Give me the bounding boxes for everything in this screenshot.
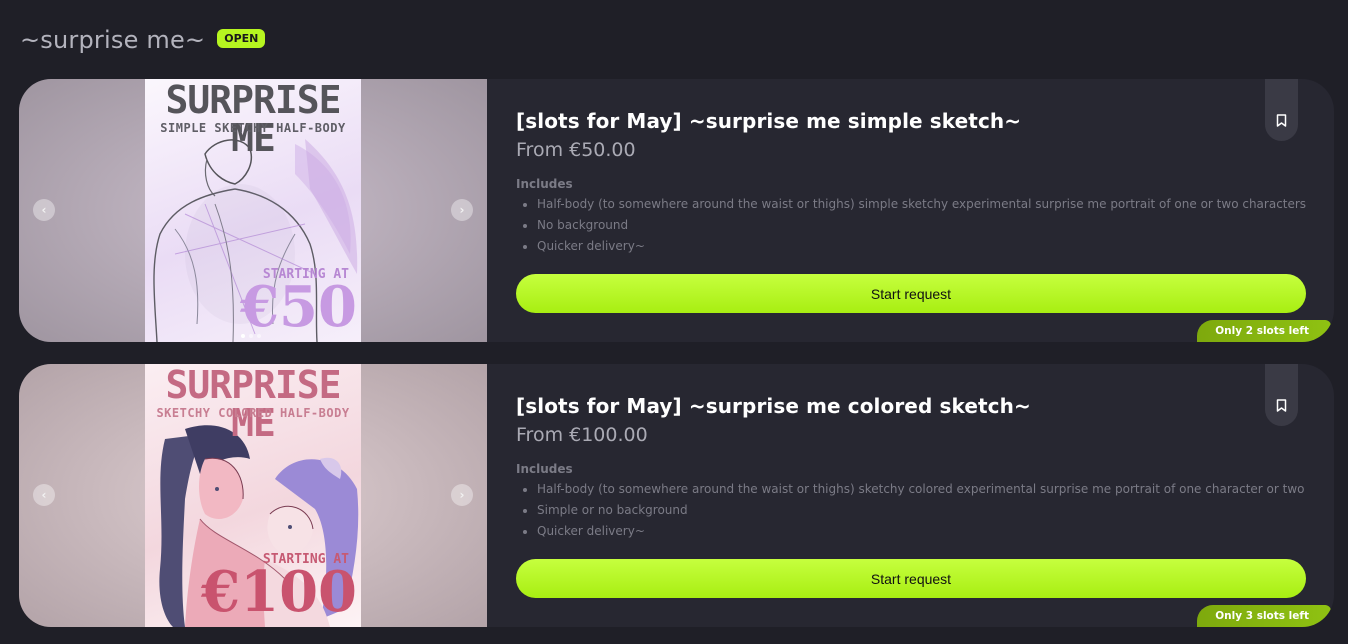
chevron-left-icon: ‹ xyxy=(41,488,47,502)
listing-title: [slots for May] ~surprise me simple sket… xyxy=(516,109,1022,133)
includes-list: Half-body (to somewhere around the waist… xyxy=(516,194,1316,257)
includes-list: Half-body (to somewhere around the waist… xyxy=(516,479,1316,542)
poster-price: €100 xyxy=(201,559,357,625)
image-gallery[interactable]: SURPRISE ME SIMPLE SKETCHY HALF-BODY STA… xyxy=(19,79,487,342)
bookmark-icon xyxy=(1276,399,1287,412)
chevron-left-icon: ‹ xyxy=(41,203,47,217)
poster-title: SURPRISE ME xyxy=(165,364,341,445)
list-item: Half-body (to somewhere around the waist… xyxy=(516,194,1316,215)
poster-title: SURPRISE ME xyxy=(165,79,341,160)
list-item: Quicker delivery~ xyxy=(516,521,1316,542)
listing-image: SURPRISE ME SKETCHY COLORED HALF-BODY ST… xyxy=(145,364,361,627)
chevron-right-icon: › xyxy=(459,488,465,502)
listing-details: [slots for May] ~surprise me simple sket… xyxy=(516,109,1316,257)
poster-subtitle: SKETCHY COLORED HALF-BODY xyxy=(156,406,350,420)
carousel-next-button[interactable]: › xyxy=(451,199,473,221)
carousel-prev-button[interactable]: ‹ xyxy=(33,484,55,506)
slots-left-badge: Only 3 slots left xyxy=(1197,605,1331,627)
carousel-dot[interactable] xyxy=(249,334,253,338)
listing-details: [slots for May] ~surprise me colored ske… xyxy=(516,394,1316,542)
list-item: No background xyxy=(516,215,1316,236)
chevron-right-icon: › xyxy=(459,203,465,217)
carousel-next-button[interactable]: › xyxy=(451,484,473,506)
status-badge: OPEN xyxy=(217,28,266,48)
start-request-button[interactable]: Start request xyxy=(516,274,1306,313)
listing-card: SURPRISE ME SIMPLE SKETCHY HALF-BODY STA… xyxy=(19,79,1334,342)
list-item: Half-body (to somewhere around the waist… xyxy=(516,479,1316,500)
listing-price: From €100.00 xyxy=(516,424,648,446)
bookmark-icon xyxy=(1276,114,1287,127)
slots-left-badge: Only 2 slots left xyxy=(1197,320,1331,342)
listing-card: SURPRISE ME SKETCHY COLORED HALF-BODY ST… xyxy=(19,364,1334,627)
poster-price: €50 xyxy=(240,274,357,340)
poster-subtitle: SIMPLE SKETCHY HALF-BODY xyxy=(160,121,346,135)
list-item: Quicker delivery~ xyxy=(516,236,1316,257)
listing-title: [slots for May] ~surprise me colored ske… xyxy=(516,394,1031,418)
list-item: Simple or no background xyxy=(516,500,1316,521)
section-header: ~surprise me~ OPEN xyxy=(20,26,266,54)
carousel-prev-button[interactable]: ‹ xyxy=(33,199,55,221)
carousel-dot[interactable] xyxy=(257,334,261,338)
carousel-dot[interactable] xyxy=(241,334,245,338)
listing-image: SURPRISE ME SIMPLE SKETCHY HALF-BODY STA… xyxy=(145,79,361,342)
image-gallery[interactable]: SURPRISE ME SKETCHY COLORED HALF-BODY ST… xyxy=(19,364,487,627)
bookmark-button[interactable] xyxy=(1265,79,1298,141)
includes-label: Includes xyxy=(516,462,573,476)
includes-label: Includes xyxy=(516,177,573,191)
section-title: ~surprise me~ xyxy=(20,26,206,54)
bookmark-button[interactable] xyxy=(1265,364,1298,426)
carousel-dots xyxy=(241,334,261,338)
listing-price: From €50.00 xyxy=(516,139,636,161)
start-request-button[interactable]: Start request xyxy=(516,559,1306,598)
